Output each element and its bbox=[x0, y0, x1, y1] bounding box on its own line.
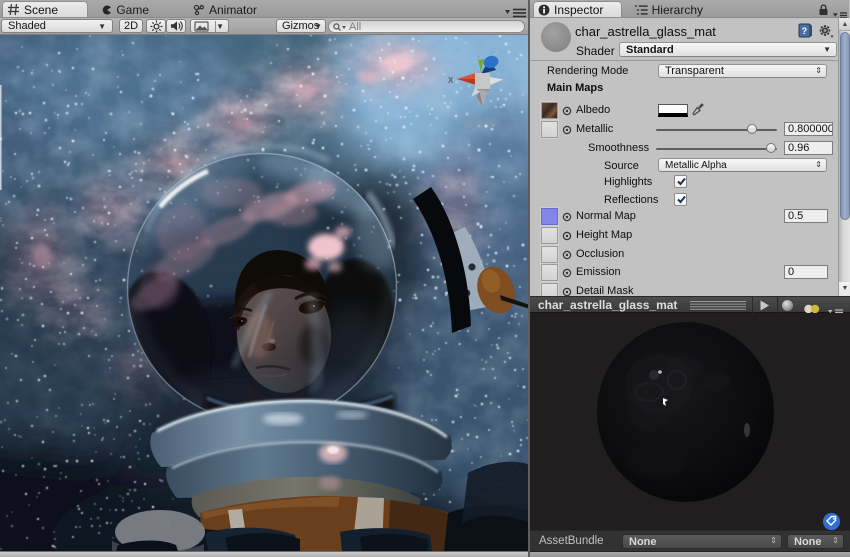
svg-text:?: ? bbox=[802, 26, 808, 36]
svg-text:X: X bbox=[448, 76, 454, 85]
svg-text:Y: Y bbox=[476, 53, 481, 62]
svg-text:Z: Z bbox=[494, 48, 499, 57]
svg-text:Persp: Persp bbox=[471, 117, 498, 128]
